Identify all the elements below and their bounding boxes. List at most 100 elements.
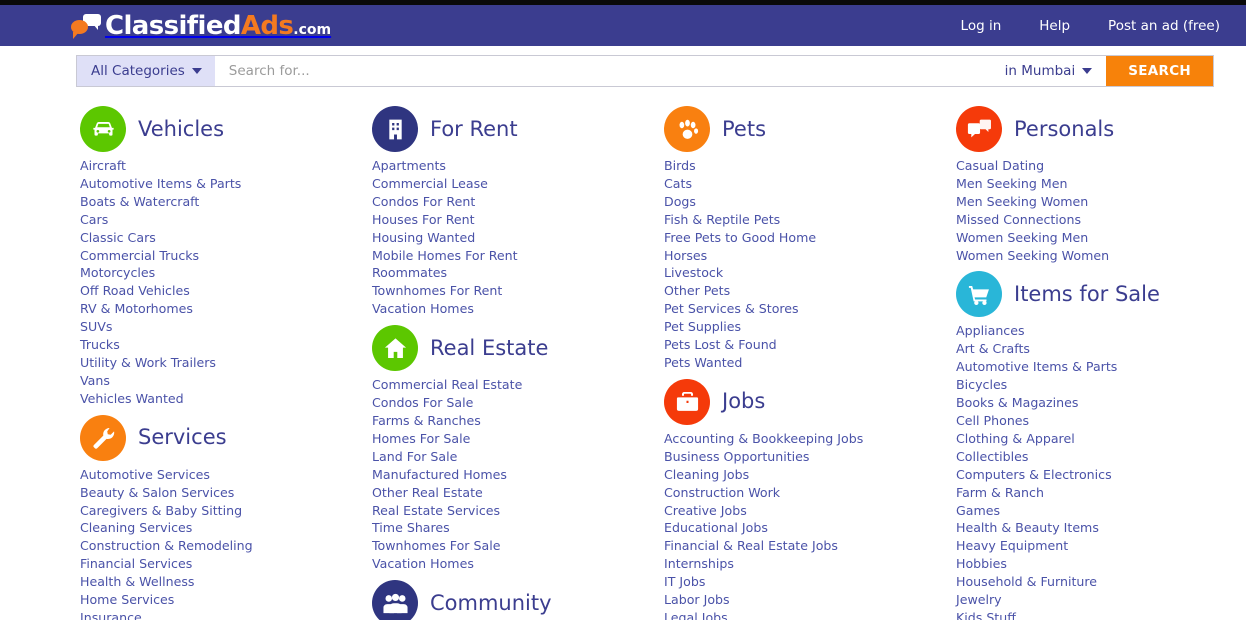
category-link[interactable]: Automotive Items & Parts [956,359,1117,374]
category-link[interactable]: Motorcycles [80,265,155,280]
category-link[interactable]: Apartments [372,158,446,173]
category-link[interactable]: Construction & Remodeling [80,538,253,553]
category-link[interactable]: Free Pets to Good Home [664,230,816,245]
category-link[interactable]: Housing Wanted [372,230,475,245]
category-link[interactable]: Missed Connections [956,212,1081,227]
category-link[interactable]: Vacation Homes [372,301,474,316]
category-link[interactable]: Cleaning Jobs [664,467,749,482]
category-link[interactable]: Vacation Homes [372,556,474,571]
category-link[interactable]: Health & Beauty Items [956,520,1099,535]
category-link[interactable]: Real Estate Services [372,503,500,518]
location-dropdown[interactable]: in Mumbai [991,56,1107,86]
category-link[interactable]: Health & Wellness [80,574,195,589]
category-link[interactable]: Business Opportunities [664,449,809,464]
category-link[interactable]: Livestock [664,265,723,280]
category-link[interactable]: Beauty & Salon Services [80,485,234,500]
category-link[interactable]: Farms & Ranches [372,413,481,428]
category-link[interactable]: Other Real Estate [372,485,483,500]
category-link[interactable]: Home Services [80,592,174,607]
category-link[interactable]: Appliances [956,323,1025,338]
category-link[interactable]: Pet Supplies [664,319,741,334]
category-link[interactable]: Off Road Vehicles [80,283,190,298]
category-link[interactable]: Pet Services & Stores [664,301,799,316]
category-link[interactable]: Cleaning Services [80,520,192,535]
category-link[interactable]: Land For Sale [372,449,457,464]
category-link[interactable]: Manufactured Homes [372,467,507,482]
category-link[interactable]: Vehicles Wanted [80,391,184,406]
category-link[interactable]: Fish & Reptile Pets [664,212,780,227]
category-link[interactable]: IT Jobs [664,574,705,589]
category-link[interactable]: Women Seeking Women [956,248,1109,263]
category-link[interactable]: Insurance [80,610,142,620]
category-link[interactable]: Heavy Equipment [956,538,1068,553]
category-link[interactable]: Boats & Watercraft [80,194,199,209]
category-link[interactable]: Mobile Homes For Rent [372,248,518,263]
category-link[interactable]: Labor Jobs [664,592,730,607]
category-link[interactable]: Automotive Items & Parts [80,176,241,191]
category-header-vehicles[interactable]: Vehicles [80,103,372,155]
category-link[interactable]: Dogs [664,194,696,209]
category-link[interactable]: Jewelry [956,592,1002,607]
category-link[interactable]: Educational Jobs [664,520,768,535]
category-link[interactable]: Pets Wanted [664,355,742,370]
search-input[interactable] [214,56,991,86]
category-link[interactable]: Kids Stuff [956,610,1016,620]
category-link[interactable]: Time Shares [372,520,450,535]
category-header-items-for-sale[interactable]: Items for Sale [956,268,1246,320]
category-link[interactable]: Homes For Sale [372,431,470,446]
category-link[interactable]: Birds [664,158,696,173]
category-link[interactable]: Internships [664,556,734,571]
nav-login[interactable]: Log in [961,18,1002,34]
site-logo[interactable]: ClassifiedAds.com [71,5,331,46]
category-link[interactable]: Men Seeking Women [956,194,1088,209]
category-link[interactable]: Trucks [80,337,120,352]
category-link[interactable]: Books & Magazines [956,395,1078,410]
category-link[interactable]: Clothing & Apparel [956,431,1075,446]
category-header-real-estate[interactable]: Real Estate [372,322,664,374]
category-link[interactable]: Games [956,503,1000,518]
category-link[interactable]: Utility & Work Trailers [80,355,216,370]
category-link[interactable]: Casual Dating [956,158,1044,173]
category-link[interactable]: Women Seeking Men [956,230,1088,245]
category-dropdown[interactable]: All Categories [77,56,215,86]
category-link[interactable]: Creative Jobs [664,503,747,518]
category-link[interactable]: Horses [664,248,707,263]
category-link[interactable]: Accounting & Bookkeeping Jobs [664,431,863,446]
category-link[interactable]: Vans [80,373,110,388]
category-link[interactable]: Art & Crafts [956,341,1030,356]
category-link[interactable]: Classic Cars [80,230,156,245]
category-link[interactable]: Pets Lost & Found [664,337,777,352]
category-link[interactable]: Financial & Real Estate Jobs [664,538,838,553]
category-link[interactable]: Condos For Rent [372,194,475,209]
category-link[interactable]: Commercial Lease [372,176,488,191]
category-link[interactable]: Townhomes For Sale [372,538,500,553]
category-link[interactable]: Townhomes For Rent [372,283,502,298]
category-link[interactable]: Computers & Electronics [956,467,1112,482]
category-link[interactable]: Cats [664,176,692,191]
category-link[interactable]: Cell Phones [956,413,1029,428]
category-header-personals[interactable]: Personals [956,103,1246,155]
nav-help[interactable]: Help [1039,18,1070,34]
category-link[interactable]: Hobbies [956,556,1007,571]
category-link[interactable]: RV & Motorhomes [80,301,193,316]
category-link[interactable]: Roommates [372,265,447,280]
category-link[interactable]: Construction Work [664,485,780,500]
category-link[interactable]: Commercial Real Estate [372,377,522,392]
category-link[interactable]: Legal Jobs [664,610,728,620]
category-header-pets[interactable]: Pets [664,103,956,155]
category-link[interactable]: Houses For Rent [372,212,475,227]
search-button[interactable]: SEARCH [1106,56,1213,86]
category-link[interactable]: Household & Furniture [956,574,1097,589]
category-header-jobs[interactable]: Jobs [664,376,956,428]
nav-post-ad[interactable]: Post an ad (free) [1108,18,1220,34]
category-link[interactable]: SUVs [80,319,112,334]
category-header-community[interactable]: Community [372,577,664,620]
category-header-for-rent[interactable]: For Rent [372,103,664,155]
category-link[interactable]: Farm & Ranch [956,485,1044,500]
category-link[interactable]: Bicycles [956,377,1007,392]
category-link[interactable]: Aircraft [80,158,126,173]
category-link[interactable]: Collectibles [956,449,1028,464]
category-link[interactable]: Automotive Services [80,467,210,482]
category-link[interactable]: Financial Services [80,556,192,571]
category-header-services[interactable]: Services [80,412,372,464]
